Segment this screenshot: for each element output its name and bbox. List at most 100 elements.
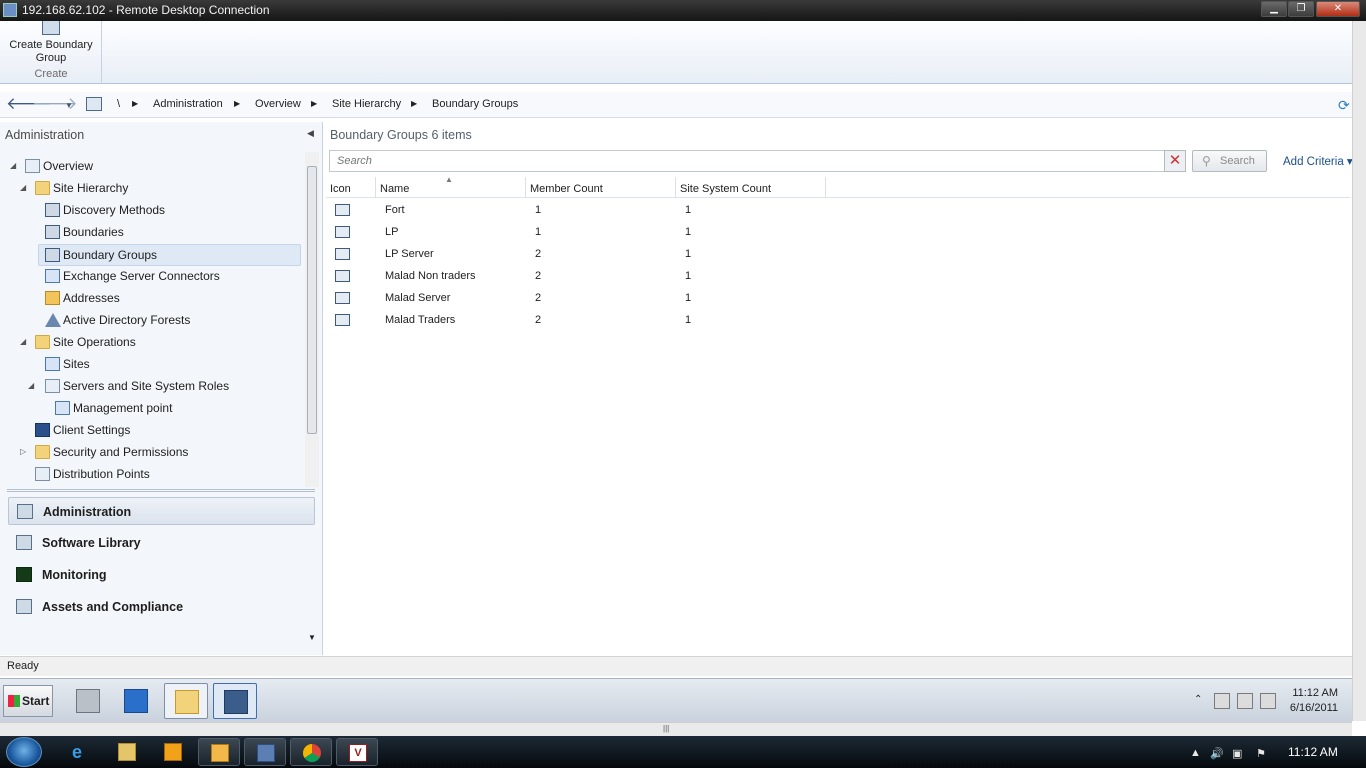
table-header: Icon Name ▲ Member Count Site System Cou… [326,175,1350,198]
forward-button[interactable]: 🡒 [32,95,78,115]
taskbar-internet-explorer[interactable]: e [60,738,102,766]
breadcrumb-administration[interactable]: Administration [153,98,223,110]
column-header-site-system-count[interactable]: Site System Count [676,177,826,198]
taskbar-powershell[interactable] [114,683,158,719]
workspace-administration[interactable]: Administration [8,497,315,525]
grid-icon [45,357,60,371]
back-button[interactable]: 🡐 [6,95,52,115]
tree-item-active-directory-forests[interactable]: Active Directory Forests [40,310,300,330]
cell-site-system-count: 1 [685,314,692,326]
collapse-pane-icon[interactable]: ◀ [307,128,314,139]
remote-clock[interactable]: 11:12 AM 6/16/2011 [1278,686,1338,716]
column-header-member-count[interactable]: Member Count [526,177,676,198]
taskbar-server-manager[interactable] [66,683,110,719]
action-center-flag-icon[interactable]: ⚑ [1256,747,1266,760]
tree-item-addresses[interactable]: Addresses [40,288,300,308]
expanded-icon[interactable]: ◢ [28,376,34,396]
column-header-icon[interactable]: Icon [326,177,376,198]
tree-item-boundary-groups[interactable]: Boundary Groups [38,244,301,266]
create-boundary-group-button[interactable]: Create Boundary Group [4,21,98,67]
windows-start-orb[interactable] [6,737,42,767]
table-row[interactable]: Malad Non traders 2 1 [326,265,1350,287]
taskbar-explorer[interactable] [164,683,208,719]
action-center-icon[interactable] [1214,693,1230,709]
tree-item-site-operations[interactable]: ◢ Site Operations [20,332,300,352]
network-icon[interactable]: ▣ [1232,747,1242,760]
collapsed-icon[interactable]: ▷ [20,442,26,462]
show-hidden-icons-icon[interactable]: ⌃ [1194,694,1202,705]
table-row[interactable]: Malad Traders 2 1 [326,309,1350,331]
workspace-assets-and-compliance[interactable]: Assets and Compliance [8,593,315,621]
tree-item-boundaries[interactable]: Boundaries [40,222,300,242]
table-row[interactable]: LP 1 1 [326,221,1350,243]
refresh-icon[interactable]: ⟳ [1338,97,1350,114]
search-input[interactable] [330,151,1164,171]
pane-splitter[interactable] [7,489,315,492]
cell-member-count: 1 [535,204,542,216]
taskbar-remote-desktop[interactable] [244,738,286,766]
taskbar-media-player[interactable] [152,738,194,766]
workspace-monitoring[interactable]: Monitoring [8,561,315,589]
address-bar: 🡐 🡒 ▼ \ ▶ Administration ▶ Overview ▶ Si… [0,92,1352,118]
tree-item-distribution-points[interactable]: Distribution Points [30,464,300,484]
volume-muted-icon[interactable] [1260,693,1276,709]
tree-item-exchange-server-connectors[interactable]: Exchange Server Connectors [40,266,300,286]
table-row[interactable]: LP Server 2 1 [326,243,1350,265]
tree-item-security-and-permissions[interactable]: ▷ Security and Permissions [20,442,300,462]
tree-item-management-point[interactable]: Management point [50,398,300,418]
cell-name: Malad Traders [385,314,456,326]
tree-item-client-settings[interactable]: Client Settings [30,420,300,440]
breadcrumb-separator-icon[interactable]: ▶ [411,99,417,108]
taskbar-outlook[interactable] [198,738,240,766]
breadcrumb-overview[interactable]: Overview [255,98,301,110]
local-clock[interactable]: 11:12 AM [1288,745,1338,759]
taskbar-chrome[interactable] [290,738,332,766]
breadcrumb-site-hierarchy[interactable]: Site Hierarchy [332,98,401,110]
folder-icon [35,445,50,459]
network-icon [45,248,60,262]
table-row[interactable]: Fort 1 1 [326,199,1350,221]
remote-vertical-scrollbar[interactable] [1352,21,1366,721]
breadcrumb-root[interactable]: \ [117,98,120,110]
taskbar-explorer-local[interactable] [106,738,148,766]
breadcrumb-separator-icon[interactable]: ▶ [234,99,240,108]
remote-horizontal-scrollbar[interactable]: ||| [0,722,1352,736]
cell-site-system-count: 1 [685,292,692,304]
breadcrumb-separator-icon[interactable]: ▶ [311,99,317,108]
search-box[interactable] [329,150,1165,172]
scrollbar-grip-icon[interactable]: ||| [663,724,669,733]
taskbar-configuration-manager[interactable] [213,683,257,719]
minimize-button[interactable]: ▁ [1261,1,1287,17]
volume-icon[interactable]: 🔊 [1210,747,1224,760]
expanded-icon[interactable]: ◢ [20,178,26,198]
tree-item-sites[interactable]: Sites [40,354,300,374]
tree-item-discovery-methods[interactable]: Discovery Methods [40,200,300,220]
create-boundary-group-label: Create Boundary Group [9,39,93,64]
tree-scrollbar[interactable] [305,152,319,487]
taskbar-vmware[interactable]: V [336,738,378,766]
network-icon [45,203,60,217]
history-dropdown[interactable]: ▼ [58,97,80,117]
expanded-icon[interactable]: ◢ [20,332,26,352]
folder-icon [175,690,199,714]
search-button[interactable]: ⚲ Search [1192,150,1267,172]
remote-start-button[interactable]: Start [3,685,53,717]
breadcrumb-boundary-groups[interactable]: Boundary Groups [432,98,518,110]
tree-item-servers-and-site-system-roles[interactable]: ◢ Servers and Site System Roles [28,376,300,396]
restore-button[interactable]: ❐ [1288,1,1314,17]
workspace-software-library[interactable]: Software Library [8,529,315,557]
breadcrumb-separator-icon[interactable]: ▶ [132,99,138,108]
tree-item-overview[interactable]: ◢ Overview [10,156,300,176]
tree-scrollbar-thumb[interactable] [307,166,317,434]
add-criteria-link[interactable]: Add Criteria ▾ [1283,154,1353,168]
tree-item-site-hierarchy[interactable]: ◢ Site Hierarchy [20,178,300,198]
server-icon [45,379,60,393]
network-icon[interactable] [1237,693,1253,709]
close-button[interactable]: ✕ [1316,1,1360,17]
more-workspaces-icon[interactable]: ▼ [308,633,316,642]
expanded-icon[interactable]: ◢ [10,156,16,176]
tree-item-label: Distribution Points [53,467,150,481]
show-hidden-icons-icon[interactable]: ▲ [1190,747,1201,759]
table-row[interactable]: Malad Server 2 1 [326,287,1350,309]
clear-search-button[interactable]: ✕ [1164,150,1186,172]
